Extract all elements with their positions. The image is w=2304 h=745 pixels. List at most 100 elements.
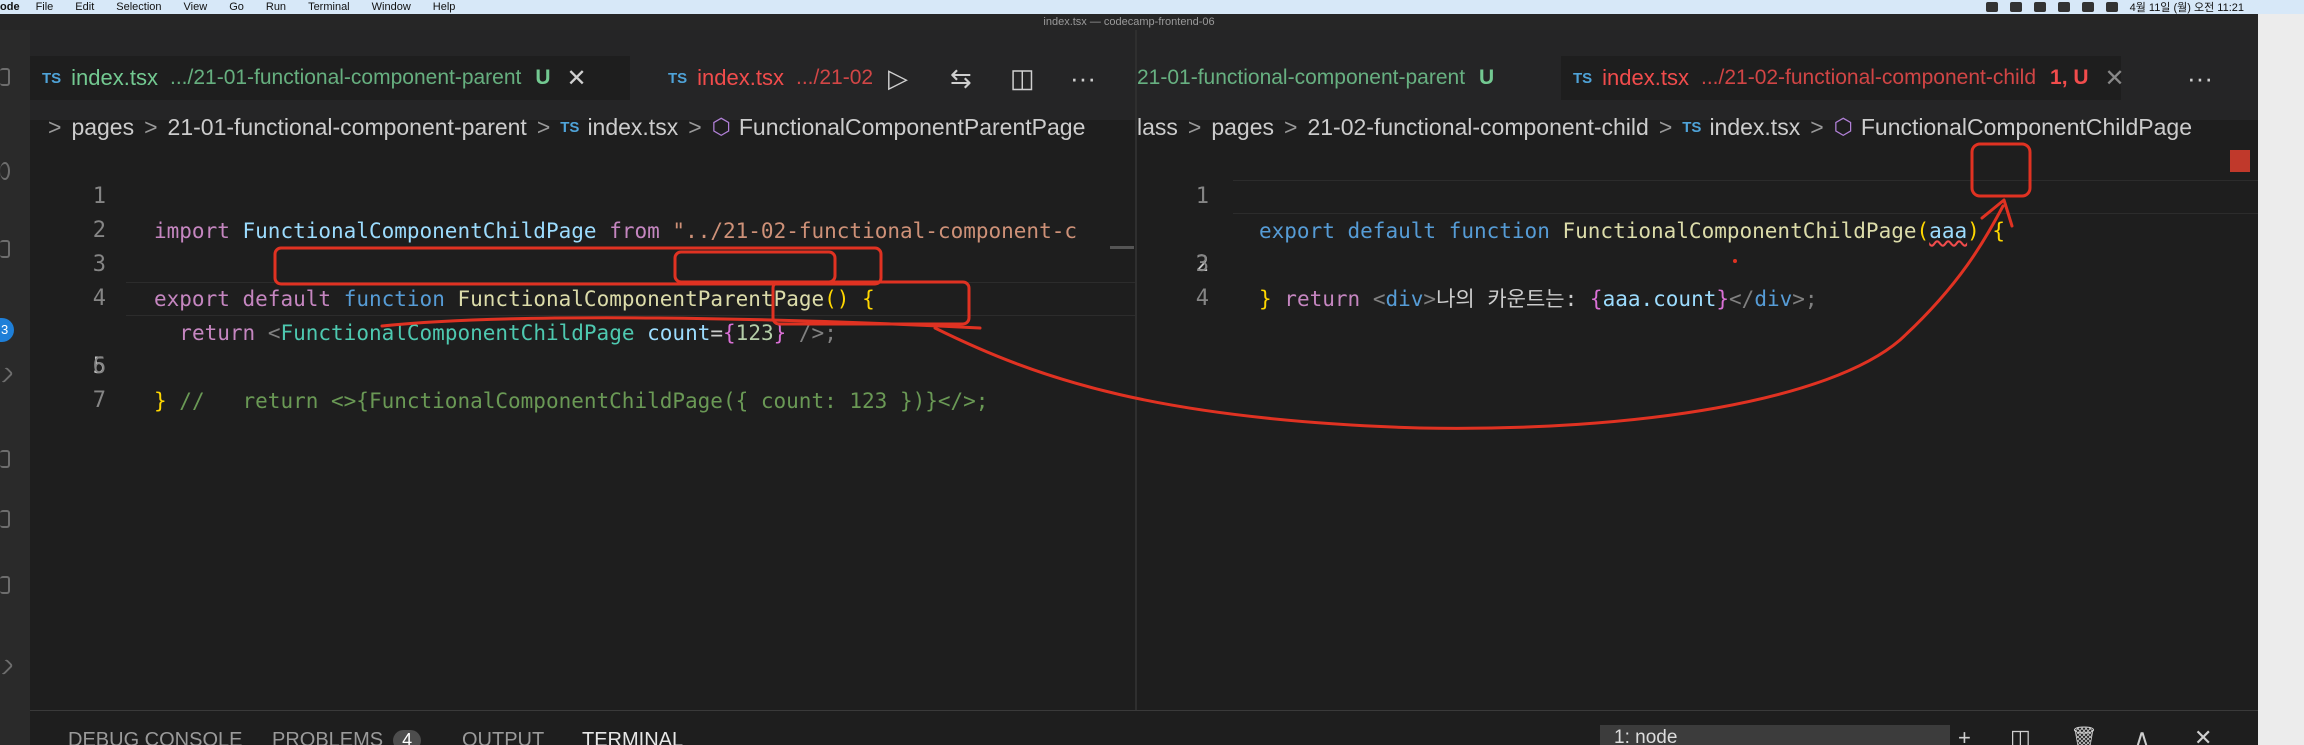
breadcrumb-symbol[interactable]: FunctionalComponentParentPage <box>739 114 1086 141</box>
wifi-icon[interactable] <box>2081 2 2094 12</box>
menu-view[interactable]: View <box>184 1 208 13</box>
bottom-panel: DEBUG CONSOLE PROBLEMS 4 OUTPUT TERMINAL … <box>30 710 2258 745</box>
panel-tab-problems[interactable]: PROBLEMS 4 <box>272 729 422 745</box>
search-icon[interactable] <box>0 162 10 180</box>
split-terminal-icon[interactable]: ◫ <box>2010 725 2031 745</box>
code-line[interactable]: 4 <box>1137 248 2258 311</box>
source-control-icon[interactable] <box>0 240 10 258</box>
extensions-icon[interactable] <box>0 450 10 468</box>
explorer-icon[interactable] <box>0 68 10 86</box>
more-actions-icon[interactable]: ··· <box>1070 60 1096 96</box>
code-line[interactable]: 2 <box>30 180 1135 243</box>
breadcrumb: > pages > 21-01-functional-component-par… <box>30 110 1135 144</box>
tab-problem-status: 1, U <box>2050 66 2089 89</box>
menu-go[interactable]: Go <box>229 1 244 13</box>
breadcrumb-item[interactable]: 21-02-functional-component-child <box>1307 114 1648 141</box>
typescript-file-icon: TS <box>42 69 62 87</box>
minimap-marker <box>1110 246 1134 249</box>
tab-parent-index[interactable]: TS index.tsx .../21-01-functional-compon… <box>30 56 630 100</box>
code-line[interactable]: 6 } <box>30 316 1135 413</box>
menubar-clock[interactable]: 4월 11일 (월) 오전 11:21 <box>2130 0 2244 15</box>
chevron-right-icon: > <box>1658 113 1673 140</box>
line-number: 7 <box>92 388 106 413</box>
tab-git-status: U <box>1479 66 1495 89</box>
split-editor-icon[interactable]: ◫ <box>1010 60 1035 96</box>
typescript-file-icon: TS <box>668 69 688 87</box>
panel-tab-output[interactable]: OUTPUT <box>462 729 544 745</box>
code-line[interactable]: 4 return <FunctionalComponentChildPage c… <box>30 248 1135 345</box>
menu-selection[interactable]: Selection <box>116 1 161 13</box>
breadcrumb-item[interactable]: lass <box>1137 114 1178 141</box>
code-line[interactable]: 3 export default function FunctionalComp… <box>30 214 1135 311</box>
tab-child-index[interactable]: TS index.tsx .../21-02 <box>656 56 906 100</box>
tab-filename: index.tsx <box>1602 65 1689 90</box>
tab-path: .../21-02-functional-component-child <box>1701 66 2037 89</box>
breadcrumb: lass > pages > 21-02-functional-componen… <box>1137 110 2258 144</box>
symbol-method-icon: ⬡ <box>711 114 731 139</box>
app-menu[interactable]: ode <box>0 1 20 13</box>
panel-tab-debug-console[interactable]: DEBUG CONSOLE <box>68 729 242 745</box>
status-icon[interactable] <box>2033 2 2046 12</box>
chevron-right-icon[interactable] <box>0 658 14 676</box>
compare-changes-icon[interactable]: ⇆ <box>950 60 972 96</box>
testing-icon[interactable] <box>0 576 10 594</box>
maximize-panel-icon[interactable]: ∧ <box>2134 725 2150 745</box>
code-line[interactable]: 1 import FunctionalComponentChildPage fr… <box>30 146 1135 243</box>
tab-parent-index[interactable]: 21-01-functional-component-parent U <box>1137 56 1547 100</box>
breadcrumb-file[interactable]: index.tsx <box>1709 114 1800 141</box>
close-icon[interactable]: ✕ <box>567 64 587 93</box>
close-panel-icon[interactable]: ✕ <box>2194 725 2212 745</box>
menu-run[interactable]: Run <box>266 1 286 13</box>
panel-tab-terminal[interactable]: TERMINAL <box>582 729 683 745</box>
tab-git-status: U <box>535 66 551 89</box>
tab-filename: index.tsx <box>697 65 784 90</box>
add-terminal-icon[interactable]: + <box>1958 725 1971 745</box>
tab-child-index[interactable]: TS index.tsx .../21-02-functional-compon… <box>1561 56 2125 100</box>
breadcrumb-item[interactable]: 21-01-functional-component-parent <box>168 114 527 141</box>
typescript-file-icon: TS <box>1573 69 1593 87</box>
typescript-file-icon: TS <box>1682 118 1702 136</box>
chevron-right-icon: > <box>536 113 551 140</box>
search-icon[interactable] <box>2105 2 2118 12</box>
chevron-right-icon: > <box>688 113 702 140</box>
menu-help[interactable]: Help <box>433 1 456 13</box>
chevron-right-icon: > <box>48 113 62 140</box>
breadcrumb-file[interactable]: index.tsx <box>587 114 678 141</box>
editor-group-right: 21-01-functional-component-parent U TS i… <box>1137 30 2258 710</box>
code-line[interactable]: 2 return <div>나의 카운트는: {aaa.count}</div>… <box>1137 180 2258 311</box>
close-icon[interactable]: ✕ <box>2105 64 2125 93</box>
line-number: 4 <box>1195 286 1209 311</box>
run-icon[interactable]: ▷ <box>888 60 908 96</box>
menu-edit[interactable]: Edit <box>75 1 94 13</box>
status-menus: 4월 11일 (월) 오전 11:21 <box>1985 0 2244 15</box>
symbol-method-icon: ⬡ <box>1833 114 1853 139</box>
trash-icon[interactable]: 🗑 <box>2070 725 2098 745</box>
code-line[interactable]: 7 <box>30 350 1135 413</box>
terminal-selector[interactable]: 1: node <box>1600 725 1950 745</box>
code-line[interactable]: 5 // return <>{FunctionalComponentChildP… <box>30 282 1135 413</box>
panel-tab-label: PROBLEMS <box>272 729 384 745</box>
status-icon[interactable] <box>2057 2 2070 12</box>
menu-window[interactable]: Window <box>372 1 411 13</box>
tab-bar-right: 21-01-functional-component-parent U TS i… <box>1137 30 2258 120</box>
run-debug-icon[interactable] <box>0 366 14 384</box>
code-editor-left[interactable]: 1 import FunctionalComponentChildPage fr… <box>30 146 1135 413</box>
source-control-badge: 3 <box>0 318 14 342</box>
menu-terminal[interactable]: Terminal <box>308 1 350 13</box>
status-icon[interactable] <box>1985 2 1998 12</box>
menu-file[interactable]: File <box>36 1 54 13</box>
breadcrumb-item[interactable]: pages <box>1211 114 1274 141</box>
breadcrumb-item[interactable]: pages <box>71 114 134 141</box>
chevron-right-icon: > <box>1810 113 1824 140</box>
macos-menu-bar: ode File Edit Selection View Go Run Term… <box>0 0 2304 14</box>
activity-bar: 3 <box>0 30 30 745</box>
current-line-highlight <box>126 282 1135 316</box>
status-icon[interactable] <box>2009 2 2022 12</box>
breadcrumb-symbol[interactable]: FunctionalComponentChildPage <box>1861 114 2192 141</box>
code-editor-right[interactable]: 1 export default function FunctionalComp… <box>1137 146 2258 311</box>
remote-icon[interactable] <box>0 510 10 528</box>
code-line[interactable]: 3 } <box>1137 214 2258 311</box>
minimap-error-marker <box>2230 150 2250 172</box>
more-actions-icon[interactable]: ··· <box>2187 60 2213 96</box>
code-line[interactable]: 1 export default function FunctionalComp… <box>1137 146 2258 243</box>
